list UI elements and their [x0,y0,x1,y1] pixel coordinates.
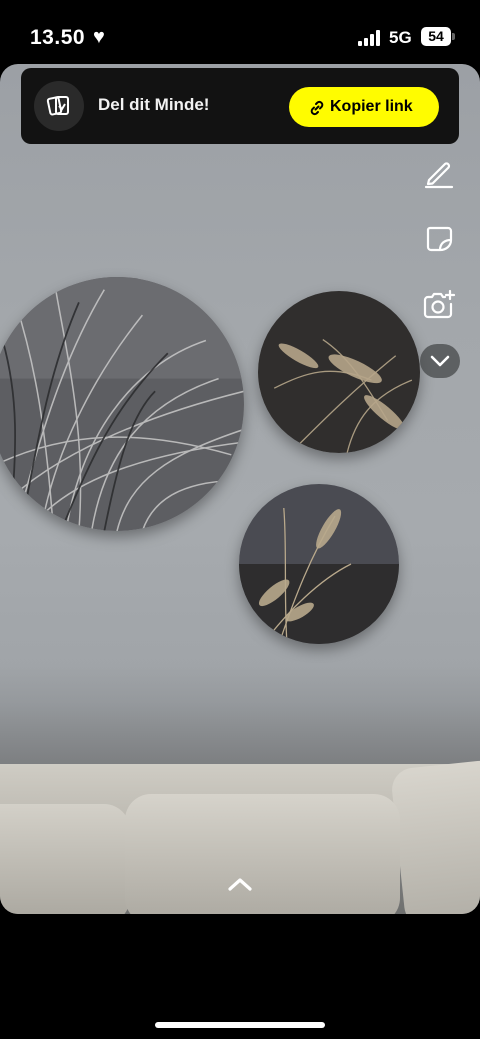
battery-icon: 54 [421,27,451,46]
link-icon [310,100,324,116]
share-memory-banner: Del dit Minde! Kopier link [21,68,459,144]
status-bar: 13.50 ♥ 5G 54 [0,0,480,64]
sticker-icon[interactable] [421,220,457,256]
camera-plus-icon[interactable] [421,287,457,323]
sofa-cushion-middle [125,794,400,914]
sofa-pillow [389,758,480,914]
memories-icon[interactable] [34,81,84,131]
copy-link-button[interactable]: Kopier link [289,87,439,127]
wall-art-small-grass [239,484,399,644]
chevron-up-icon[interactable] [224,870,256,898]
pencil-icon[interactable] [421,154,457,190]
status-time: 13.50 [30,26,86,49]
camera-preview[interactable] [0,64,480,914]
share-banner-text: Del dit Minde! [98,95,210,114]
battery-tip [452,33,455,40]
network-type: 5G [389,28,412,47]
wall-art-large-grass [0,277,244,531]
chevron-down-icon[interactable] [420,344,460,378]
copy-link-label: Kopier link [330,98,413,115]
sofa-cushion-left [0,804,130,914]
signal-icon [358,30,380,46]
home-indicator[interactable] [155,1022,325,1028]
wall-art-medium-grass [258,291,420,453]
heart-icon: ♥ [93,26,105,48]
